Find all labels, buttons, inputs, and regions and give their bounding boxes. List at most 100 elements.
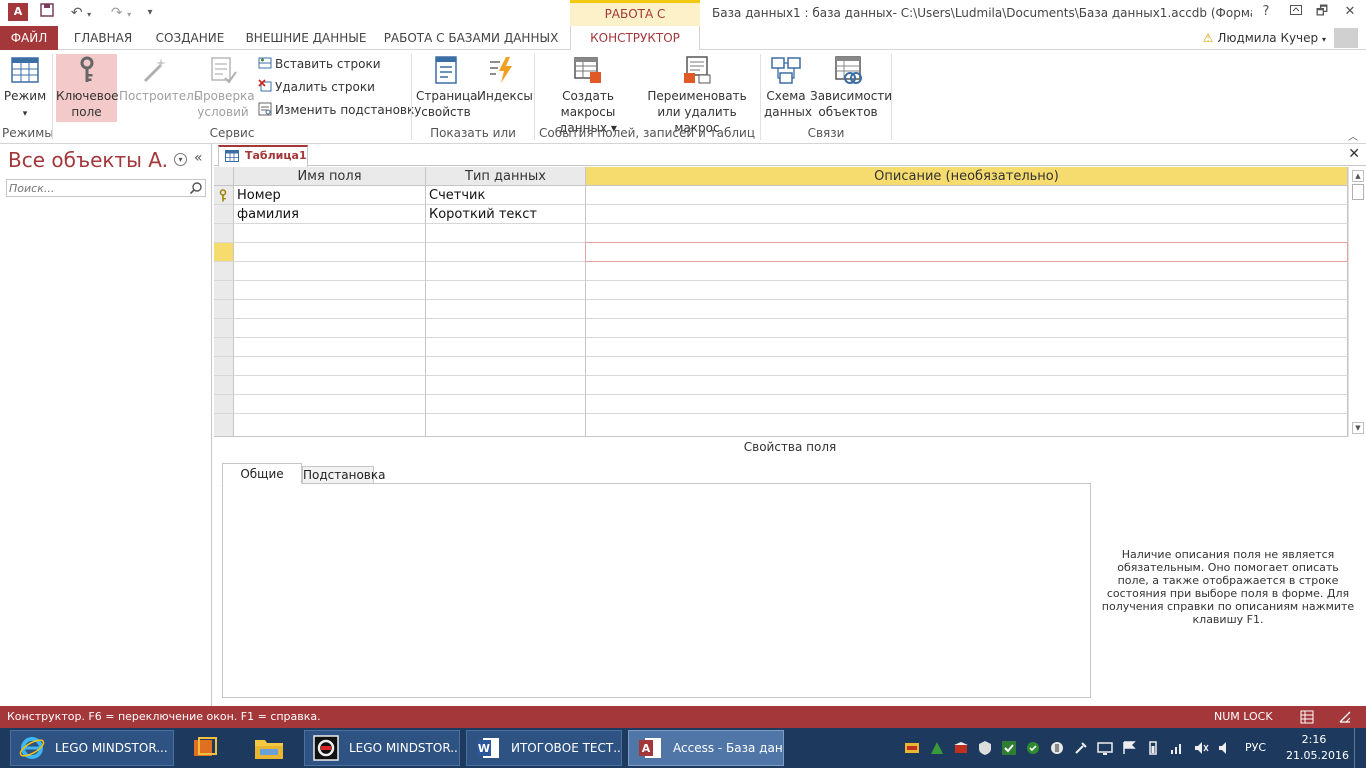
- row-selector[interactable]: [214, 205, 234, 224]
- taskbar-item-word[interactable]: W ИТОГОВОЕ ТЕСТ...: [466, 730, 622, 766]
- tab-file[interactable]: ФАЙЛ: [0, 26, 58, 50]
- data-type-cell[interactable]: Счетчик: [426, 186, 586, 205]
- description-cell-focused[interactable]: [585, 242, 1348, 262]
- description-cell[interactable]: [586, 224, 1348, 243]
- data-type-cell[interactable]: [426, 338, 586, 357]
- grid-vertical-scrollbar[interactable]: ▲ ▼: [1348, 167, 1366, 437]
- row-selector[interactable]: [214, 300, 234, 319]
- field-name-cell[interactable]: [234, 281, 426, 300]
- field-name-cell[interactable]: [234, 357, 426, 376]
- insert-rows-button[interactable]: Вставить строки: [258, 54, 381, 74]
- description-cell[interactable]: [586, 205, 1348, 224]
- create-data-macros-button[interactable]: Создать макросы данных ▾: [538, 54, 638, 136]
- description-cell[interactable]: [586, 262, 1348, 281]
- test-validation-button[interactable]: Проверка условий: [194, 54, 255, 120]
- show-desktop-button[interactable]: [1354, 728, 1366, 768]
- scroll-down-icon[interactable]: ▼: [1352, 422, 1364, 434]
- tab-create[interactable]: СОЗДАНИЕ: [148, 26, 232, 50]
- taskbar-item-ie-lego[interactable]: LEGO MINDSTOR...: [10, 730, 174, 766]
- row-selector[interactable]: [214, 281, 234, 300]
- rename-delete-macro-button[interactable]: Переименовать или удалить макрос: [640, 54, 754, 136]
- field-name-cell[interactable]: [234, 338, 426, 357]
- data-type-cell[interactable]: Короткий текст: [426, 205, 586, 224]
- nav-pane-title[interactable]: Все объекты A...: [8, 148, 168, 172]
- system-clock[interactable]: 2:16 21.05.2016: [1286, 732, 1349, 764]
- ribbon-display-options-icon[interactable]: [1282, 0, 1310, 24]
- nav-menu-chevron-icon[interactable]: ▾: [174, 153, 187, 166]
- tray-network-app-icon[interactable]: [929, 740, 945, 756]
- indexes-button[interactable]: Индексы: [477, 54, 533, 104]
- datasheet-view-icon[interactable]: [1300, 710, 1314, 724]
- tab-general[interactable]: Общие: [222, 463, 302, 484]
- data-type-cell[interactable]: [426, 376, 586, 395]
- description-cell[interactable]: [586, 338, 1348, 357]
- taskbar-pinned-explorer[interactable]: [244, 730, 294, 766]
- row-selector[interactable]: [214, 338, 234, 357]
- delete-rows-button[interactable]: Удалить строки: [258, 77, 375, 97]
- data-type-cell[interactable]: [426, 319, 586, 338]
- primary-key-button[interactable]: Ключевое поле: [56, 54, 119, 122]
- field-name-cell[interactable]: фамилия: [234, 205, 426, 224]
- tray-display-icon[interactable]: [1097, 740, 1113, 756]
- row-selector[interactable]: [214, 376, 234, 395]
- tray-check-icon[interactable]: [1001, 740, 1017, 756]
- help-button[interactable]: ?: [1252, 0, 1280, 24]
- data-type-cell[interactable]: [426, 357, 586, 376]
- redo-icon[interactable]: ↷ ▾: [106, 3, 136, 23]
- tab-database-tools[interactable]: РАБОТА С БАЗАМИ ДАННЫХ: [380, 26, 562, 50]
- tray-action-center-icon[interactable]: [1121, 740, 1137, 756]
- undo-icon[interactable]: ↶ ▾: [66, 3, 96, 23]
- row-selector[interactable]: [214, 186, 234, 205]
- document-tab-table1[interactable]: Таблица1: [218, 145, 308, 167]
- property-sheet-button[interactable]: Страница свойств: [416, 54, 478, 120]
- tray-wrench-icon[interactable]: [1073, 740, 1089, 756]
- description-cell[interactable]: [586, 395, 1348, 414]
- relationships-button[interactable]: Схема данных: [764, 54, 812, 120]
- field-name-cell[interactable]: Номер: [234, 186, 426, 205]
- description-cell[interactable]: [586, 281, 1348, 300]
- field-name-cell[interactable]: [234, 376, 426, 395]
- scroll-thumb[interactable]: [1352, 184, 1364, 200]
- taskbar-pinned-app[interactable]: [180, 730, 230, 766]
- description-cell[interactable]: [586, 300, 1348, 319]
- data-type-cell[interactable]: [426, 395, 586, 414]
- user-account[interactable]: ⚠ Людмила Кучер ▾: [1203, 26, 1326, 50]
- builder-button[interactable]: Построитель: [119, 54, 201, 104]
- taskbar-item-access[interactable]: A Access - База дан...: [628, 730, 784, 766]
- collapse-ribbon-icon[interactable]: ︿: [1348, 128, 1358, 143]
- save-icon[interactable]: [38, 3, 56, 23]
- description-cell[interactable]: [586, 186, 1348, 205]
- field-name-cell[interactable]: [234, 224, 426, 243]
- field-name-cell[interactable]: [234, 319, 426, 338]
- row-selector[interactable]: [214, 395, 234, 414]
- data-type-cell[interactable]: [426, 281, 586, 300]
- row-selector[interactable]: [214, 414, 234, 436]
- tray-app-icon[interactable]: [904, 740, 920, 756]
- tray-update-icon[interactable]: [1025, 740, 1041, 756]
- input-language-indicator[interactable]: РУС: [1245, 728, 1266, 768]
- data-type-cell[interactable]: [426, 224, 586, 243]
- tab-home[interactable]: ГЛАВНАЯ: [64, 26, 142, 50]
- tray-speaker-icon[interactable]: [1217, 740, 1233, 756]
- description-cell[interactable]: [586, 376, 1348, 395]
- tray-network-icon[interactable]: [1169, 740, 1185, 756]
- close-document-icon[interactable]: ✕: [1348, 146, 1360, 162]
- tray-graduation-icon[interactable]: [953, 740, 969, 756]
- close-window-button[interactable]: ✕: [1336, 0, 1364, 24]
- object-dependencies-button[interactable]: Зависимости объектов: [810, 54, 892, 120]
- tray-power-icon[interactable]: [1145, 740, 1161, 756]
- data-type-cell[interactable]: [426, 243, 586, 262]
- description-cell[interactable]: [586, 319, 1348, 338]
- modify-lookups-button[interactable]: Изменить подстановку: [258, 100, 421, 120]
- nav-search-input[interactable]: [7, 180, 187, 196]
- data-type-cell[interactable]: [426, 414, 586, 436]
- search-icon[interactable]: [189, 181, 203, 195]
- scroll-up-icon[interactable]: ▲: [1352, 170, 1364, 182]
- data-type-cell[interactable]: [426, 262, 586, 281]
- taskbar-item-lego[interactable]: LEGO MINDSTOR...: [304, 730, 460, 766]
- design-view-icon[interactable]: [1338, 710, 1352, 724]
- customize-qat-icon[interactable]: ▾: [142, 3, 158, 23]
- restore-button[interactable]: 🗗: [1308, 0, 1336, 24]
- description-cell[interactable]: [586, 357, 1348, 376]
- field-name-cell[interactable]: [234, 300, 426, 319]
